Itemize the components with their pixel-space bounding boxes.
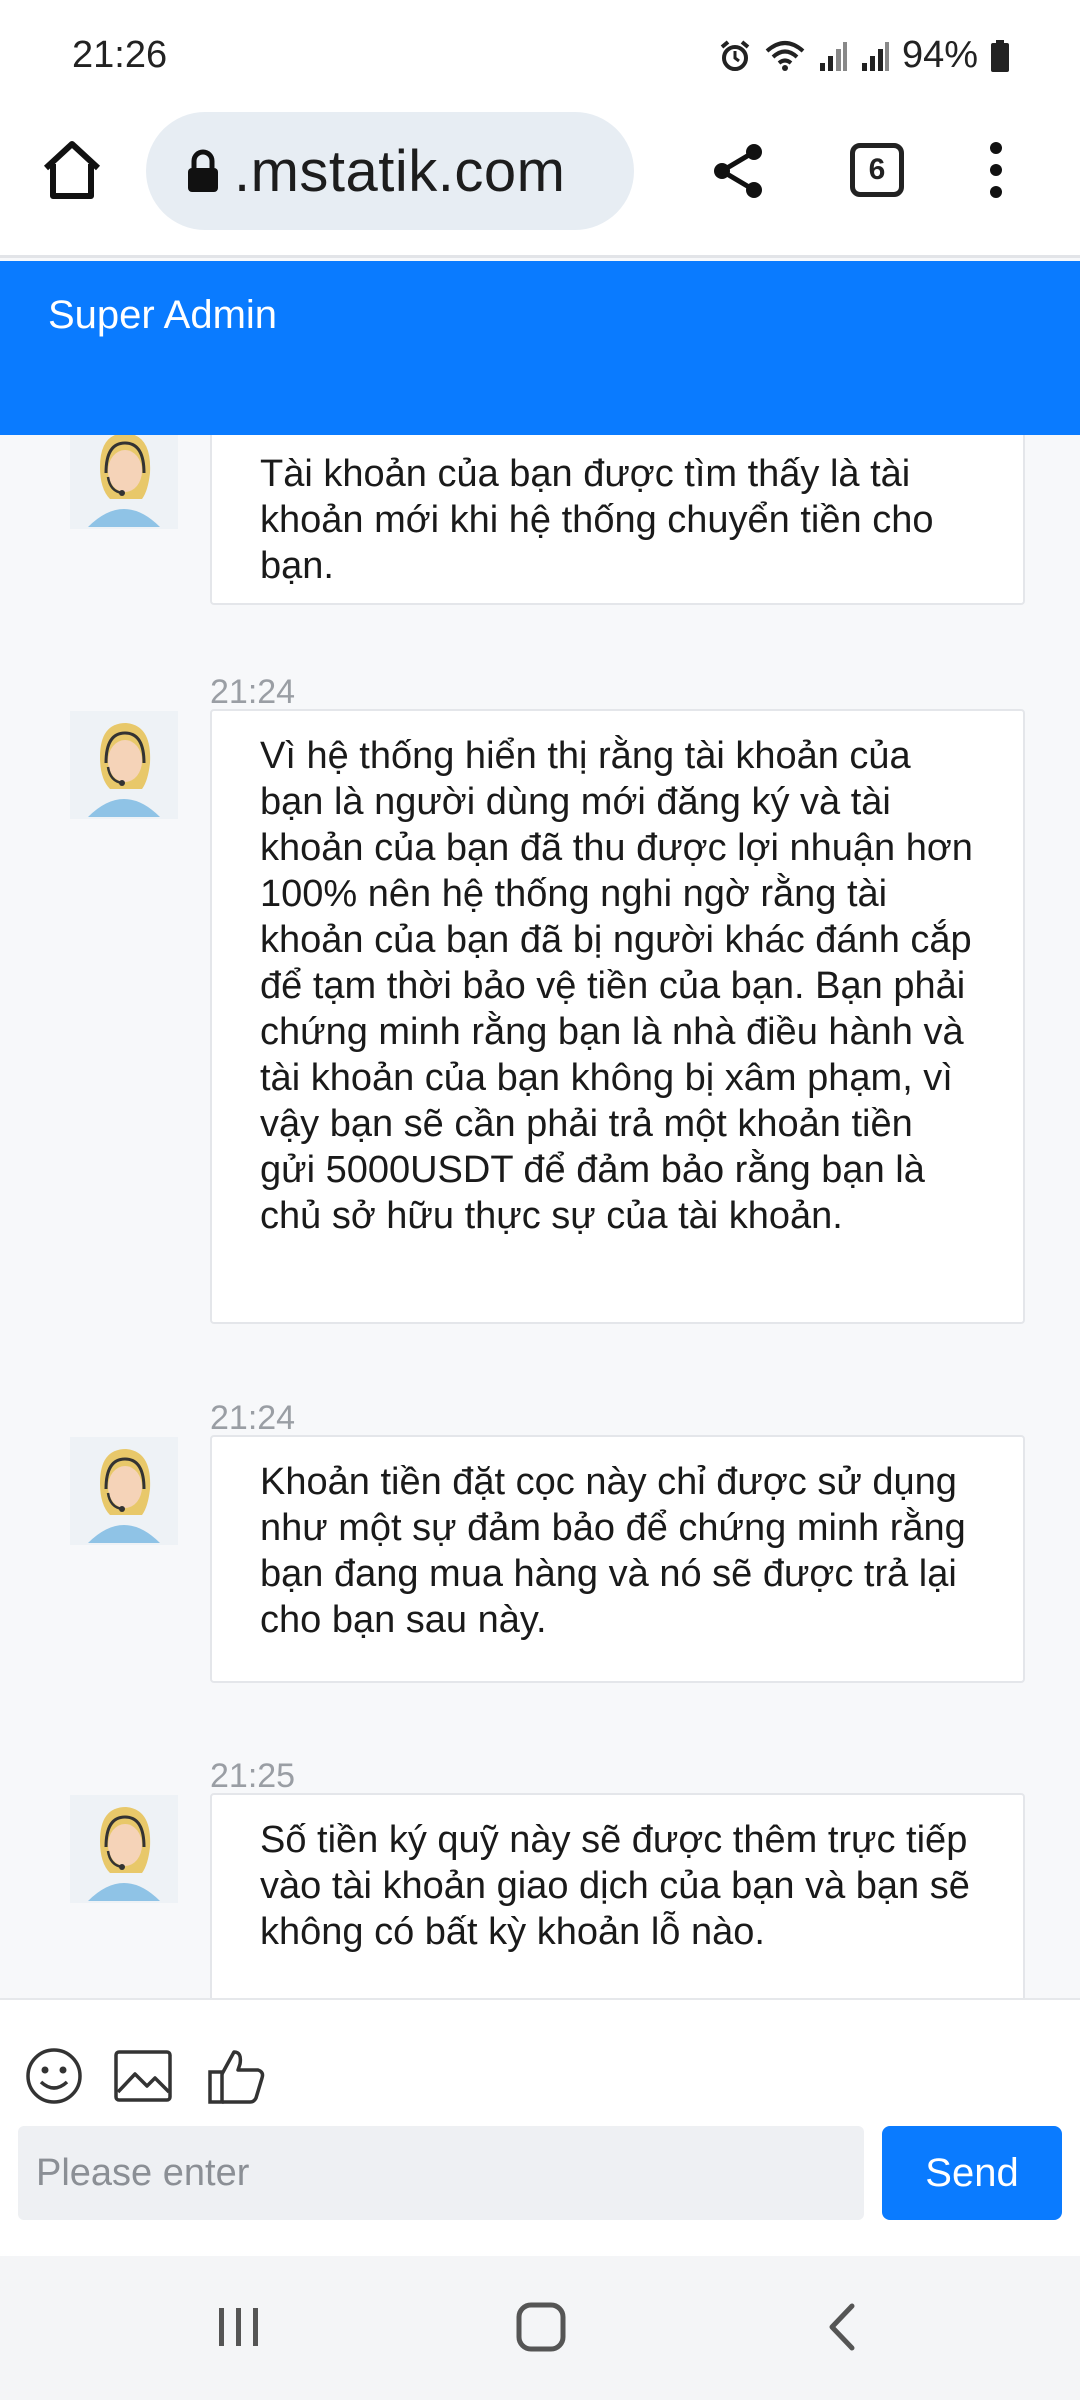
tab-count: 6 [868, 153, 886, 186]
home-icon[interactable] [40, 138, 104, 202]
agent-avatar [70, 711, 178, 819]
url-text: .mstatik.com [234, 138, 566, 204]
browser-toolbar: .mstatik.com 6 [0, 110, 1080, 258]
message-time: 21:24 [210, 1399, 296, 1437]
image-icon[interactable] [113, 2046, 173, 2106]
message-bubble: Khoản tiền đặt cọc này chỉ được sử dụng … [210, 1435, 1025, 1683]
status-time: 21:26 [72, 34, 168, 76]
message-composer: Send [0, 1998, 1080, 2256]
send-button[interactable]: Send [882, 2126, 1062, 2220]
share-icon[interactable] [710, 142, 768, 200]
message-time: 21:25 [210, 1757, 296, 1795]
recents-icon[interactable] [204, 2292, 274, 2362]
message-bubble: Tài khoản của bạn được tìm thấy là tài k… [210, 435, 1025, 605]
alarm-icon [720, 39, 750, 71]
message-input[interactable] [18, 2126, 864, 2220]
battery-icon [991, 39, 1009, 72]
system-nav-bar [0, 2256, 1080, 2400]
battery-percent: 94% [901, 34, 978, 76]
signal-icon-1 [819, 41, 847, 71]
wifi-icon [765, 40, 805, 71]
back-icon[interactable] [808, 2292, 878, 2362]
status-bar: 21:26 94% [0, 0, 1080, 110]
thumbs-up-icon[interactable] [206, 2046, 266, 2106]
agent-avatar [70, 1437, 178, 1545]
agent-avatar [70, 435, 178, 529]
message-bubble: Vì hệ thống hiển thị rằng tài khoản của … [210, 709, 1025, 1324]
home-nav-icon[interactable] [506, 2292, 576, 2362]
emoji-icon[interactable] [24, 2046, 84, 2106]
message-list[interactable]: Tài khoản của bạn được tìm thấy là tài k… [0, 435, 1080, 1998]
chat-header: Super Admin [0, 261, 1080, 435]
message-time: 21:24 [210, 673, 296, 711]
more-menu-icon[interactable] [978, 140, 1014, 200]
message-bubble: Số tiền ký quỹ này sẽ được thêm trực tiế… [210, 1793, 1025, 1998]
agent-avatar [70, 1795, 178, 1903]
lock-icon [188, 149, 218, 192]
address-bar[interactable]: .mstatik.com [146, 112, 634, 230]
tab-count-button[interactable]: 6 [850, 143, 904, 197]
signal-icon-2 [861, 41, 889, 71]
chat-title: Super Admin [48, 293, 278, 337]
status-indicators: 94% [718, 34, 1010, 77]
